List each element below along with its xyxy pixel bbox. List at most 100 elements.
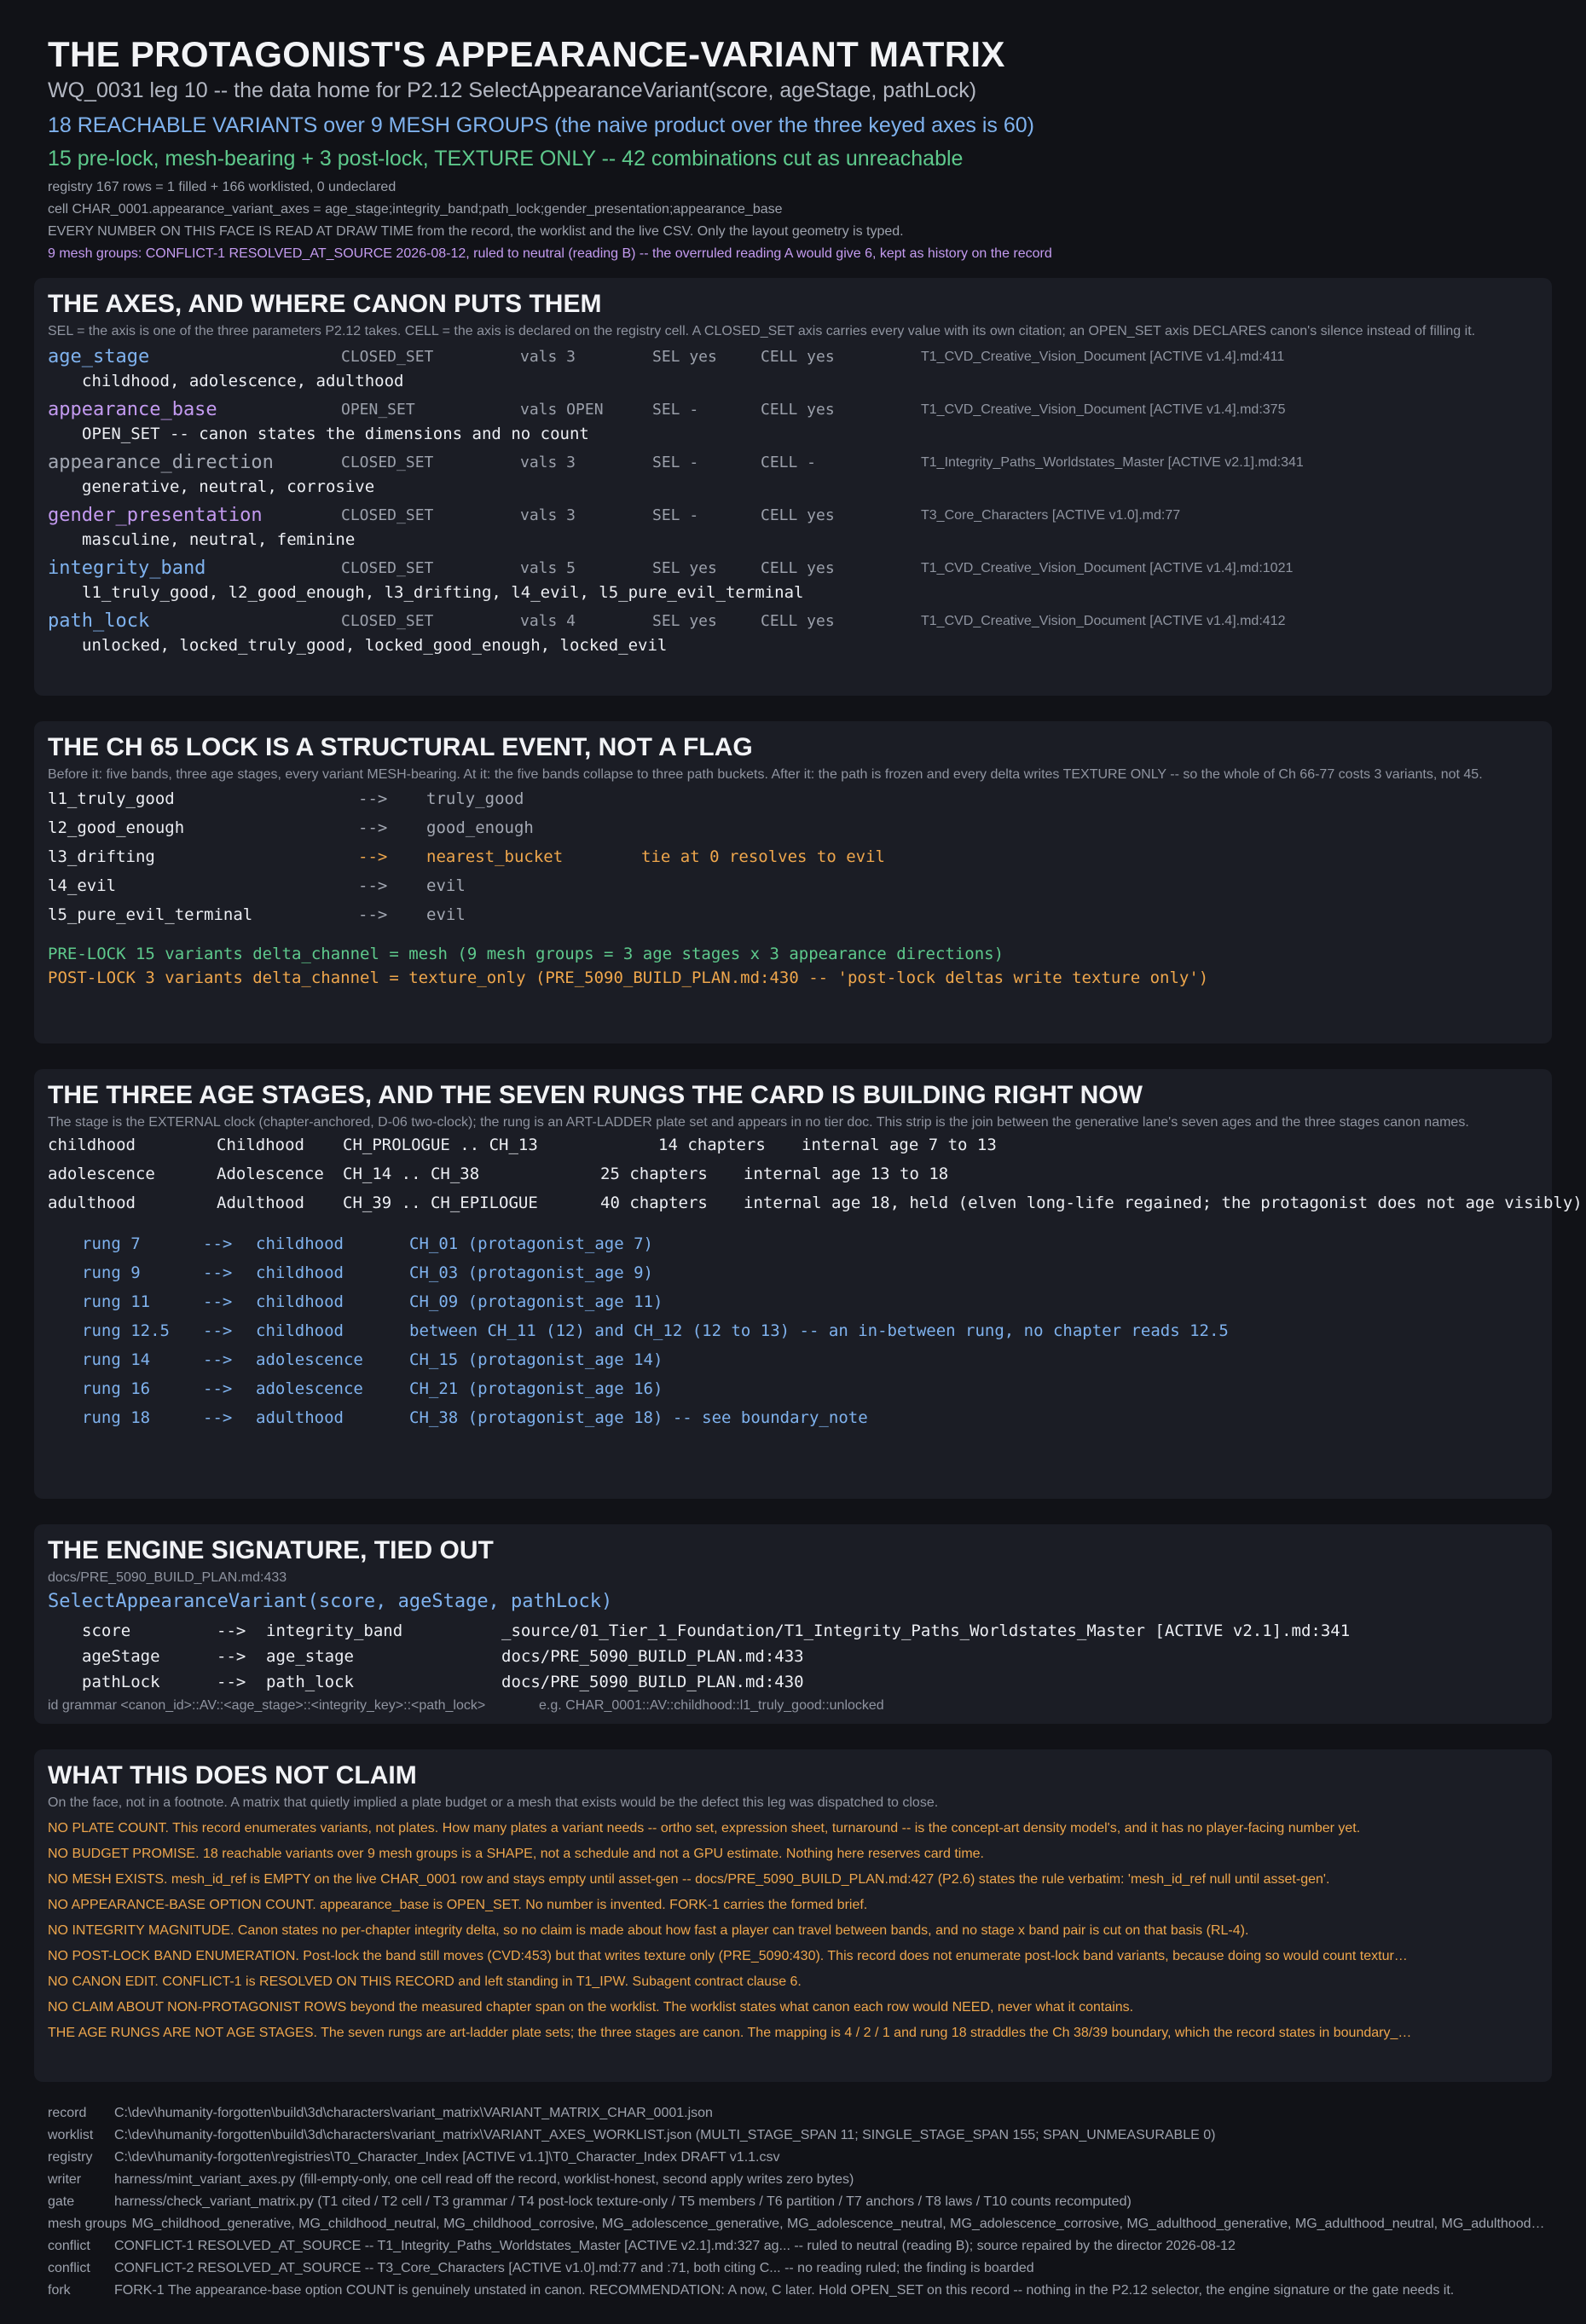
axis-name: path_lock [48, 610, 150, 632]
engine-arrow: --> [217, 1673, 246, 1691]
claim-item: NO MESH EXISTS. mesh_id_ref is EMPTY on … [48, 1872, 1330, 1887]
axis-citation: T1_Integrity_Paths_Worldstates_Master [A… [921, 455, 1304, 470]
cell-line: cell CHAR_0001.appearance_variant_axes =… [48, 202, 783, 217]
lock-arrow: --> [358, 905, 388, 924]
stage-internal-age: internal age 7 to 13 [802, 1136, 997, 1154]
axis-vals: vals 3 [520, 506, 576, 524]
rung-target: CH_38 (protagonist_age 18) -- see bounda… [409, 1408, 868, 1427]
rung-arrow: --> [203, 1408, 233, 1427]
engine-citation: _source/01_Tier_1_Foundation/T1_Integrit… [501, 1622, 1351, 1640]
claim-item: NO PLATE COUNT. This record enumerates v… [48, 1821, 1361, 1835]
axis-sel: SEL yes [652, 612, 717, 630]
lock-arrow: --> [358, 789, 388, 808]
rung-stage: adolescence [256, 1350, 363, 1369]
claims-heading: WHAT THIS DOES NOT CLAIM [48, 1761, 417, 1789]
footer-value: MG_childhood_generative, MG_childhood_ne… [131, 2217, 1549, 2231]
axis-sel: SEL - [652, 401, 699, 419]
lock-bucket: evil [426, 905, 466, 924]
claim-item: THE AGE RUNGS ARE NOT AGE STAGES. The se… [48, 2026, 1412, 2040]
axis-values: masculine, neutral, feminine [82, 530, 356, 549]
footer-row: mesh groups MG_childhood_generative, MG_c… [48, 2217, 1548, 2232]
axis-values: generative, neutral, corrosive [82, 477, 375, 496]
footer-value: C:\dev\humanity-forgotten\build\3d\chara… [114, 2106, 713, 2120]
engine-param: pathLock [82, 1673, 160, 1691]
engine-axis: path_lock [266, 1673, 354, 1691]
rung-arrow: --> [203, 1263, 233, 1282]
footer-label: conflict [48, 2261, 90, 2275]
axis-type: CLOSED_SET [341, 506, 434, 524]
axis-cell: CELL - [761, 454, 817, 471]
engine-axis: age_stage [266, 1647, 354, 1666]
lock-bucket: evil [426, 876, 466, 895]
rung-label: rung 16 [82, 1379, 151, 1398]
read-note: EVERY NUMBER ON THIS FACE IS READ AT DRA… [48, 224, 904, 239]
rung-target: CH_03 (protagonist_age 9) [409, 1263, 653, 1282]
engine-param: score [82, 1622, 131, 1640]
footer-label: fork [48, 2283, 71, 2298]
headline-lock-split: 15 pre-lock, mesh-bearing + 3 post-lock,… [48, 147, 964, 171]
axis-type: CLOSED_SET [341, 348, 434, 366]
axis-citation: T1_CVD_Creative_Vision_Document [ACTIVE … [921, 561, 1294, 575]
footer-value: CONFLICT-2 RESOLVED_AT_SOURCE -- T3_Core… [114, 2261, 1034, 2275]
axes-heading: THE AXES, AND WHERE CANON PUTS THEM [48, 290, 602, 318]
rung-label: rung 18 [82, 1408, 151, 1427]
ages-description: The stage is the EXTERNAL clock (chapter… [48, 1115, 1469, 1130]
stage-chapters: 40 chapters [600, 1194, 708, 1212]
stage-label: Adulthood [217, 1194, 304, 1212]
lock-band: l1_truly_good [48, 789, 175, 808]
stage-internal-age: internal age 18, held (elven long-life r… [744, 1194, 1583, 1212]
footer-value: C:\dev\humanity-forgotten\build\3d\chara… [114, 2128, 1216, 2142]
axis-sel: SEL - [652, 506, 699, 524]
claim-item: NO CANON EDIT. CONFLICT-1 is RESOLVED ON… [48, 1974, 802, 1989]
lock-description: Before it: five bands, three age stages,… [48, 767, 1483, 782]
stage-label: Childhood [217, 1136, 304, 1154]
axis-sel: SEL yes [652, 559, 717, 577]
lock-heading: THE CH 65 LOCK IS A STRUCTURAL EVENT, NO… [48, 733, 753, 761]
engine-source: docs/PRE_5090_BUILD_PLAN.md:433 [48, 1570, 287, 1585]
page-subtitle: WQ_0031 leg 10 -- the data home for P2.1… [48, 78, 977, 102]
footer-label: worklist [48, 2128, 94, 2142]
rung-stage: adolescence [256, 1379, 363, 1398]
footer-row: registry C:\dev\humanity-forgotten\regist… [48, 2150, 1548, 2165]
axes-description: SEL = the axis is one of the three param… [48, 324, 1476, 338]
axis-name: integrity_band [48, 558, 206, 579]
footer-value: FORK-1 The appearance-base option COUNT … [114, 2283, 1455, 2298]
footer-value: C:\dev\humanity-forgotten\registries\T0_… [114, 2150, 780, 2165]
claims-panel: WHAT THIS DOES NOT CLAIM On the face, no… [34, 1749, 1552, 2082]
claim-item: NO INTEGRITY MAGNITUDE. Canon states no … [48, 1923, 1249, 1938]
lock-bucket: nearest_bucket [426, 847, 564, 866]
rung-target: between CH_11 (12) and CH_12 (12 to 13) … [409, 1321, 1229, 1340]
axis-vals: vals 3 [520, 348, 576, 366]
rung-stage: adulthood [256, 1408, 344, 1427]
id-grammar: id grammar <canon_id>::AV::<age_stage>::… [48, 1698, 486, 1713]
engine-arrow: --> [217, 1622, 246, 1640]
axis-name: appearance_base [48, 399, 217, 420]
claim-item: NO POST-LOCK BAND ENUMERATION. Post-lock… [48, 1949, 1412, 1963]
stage-chapters: 25 chapters [600, 1165, 708, 1183]
footer-label: record [48, 2106, 87, 2120]
pre-lock-summary: PRE-LOCK 15 variants delta_channel = mes… [48, 945, 1004, 963]
footer-row: conflict CONFLICT-1 RESOLVED_AT_SOURCE --… [48, 2239, 1548, 2254]
axis-type: CLOSED_SET [341, 612, 434, 630]
footer-label: writer [48, 2172, 82, 2187]
ages-heading: THE THREE AGE STAGES, AND THE SEVEN RUNG… [48, 1081, 1143, 1109]
footer-row: fork FORK-1 The appearance-base option CO… [48, 2283, 1548, 2298]
lock-band: l2_good_enough [48, 818, 185, 837]
lock-band: l4_evil [48, 876, 117, 895]
headline-variant-count: 18 REACHABLE VARIANTS over 9 MESH GROUPS… [48, 113, 1034, 137]
registry-line: registry 167 rows = 1 filled + 166 workl… [48, 180, 396, 194]
rung-arrow: --> [203, 1234, 233, 1253]
lock-band: l3_drifting [48, 847, 155, 866]
rung-arrow: --> [203, 1321, 233, 1340]
rung-target: CH_09 (protagonist_age 11) [409, 1292, 663, 1311]
footer-row: worklist C:\dev\humanity-forgotten\build\… [48, 2128, 1548, 2143]
axis-name: gender_presentation [48, 505, 263, 526]
axis-values: OPEN_SET -- canon states the dimensions … [82, 425, 589, 443]
footer-label: gate [48, 2194, 75, 2209]
rung-stage: childhood [256, 1292, 344, 1311]
ages-panel: THE THREE AGE STAGES, AND THE SEVEN RUNG… [34, 1069, 1583, 1499]
lock-arrow: --> [358, 847, 388, 866]
axis-vals: vals 5 [520, 559, 576, 577]
rung-stage: childhood [256, 1263, 344, 1282]
axis-sel: SEL yes [652, 348, 717, 366]
